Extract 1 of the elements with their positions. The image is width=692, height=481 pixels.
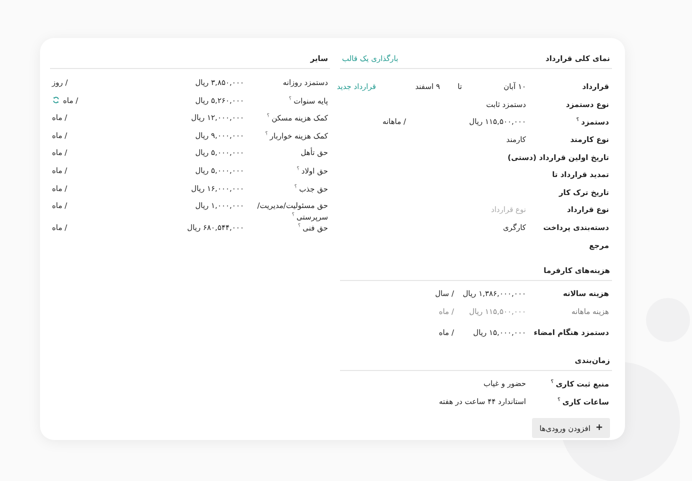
refresh-icon[interactable]	[52, 96, 60, 104]
